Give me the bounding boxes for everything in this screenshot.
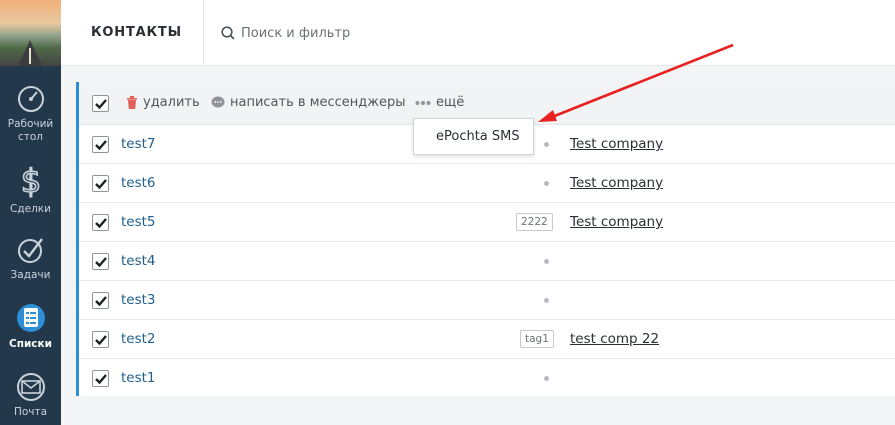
sidebar-item-deals[interactable]: $ Сделки xyxy=(0,163,61,216)
tag-badge[interactable]: tag1 xyxy=(520,330,554,348)
sidebar-item-tasks[interactable]: Задачи xyxy=(0,235,61,282)
row-checkbox[interactable] xyxy=(92,175,109,192)
checkmark-icon xyxy=(95,99,107,110)
row-checkbox[interactable] xyxy=(92,136,109,153)
sidebar-item-mail[interactable]: Почта xyxy=(0,372,61,419)
more-actions-dropdown: ePochta SMS xyxy=(413,118,534,155)
chat-bubble-icon xyxy=(211,96,225,108)
table-row[interactable]: test6 Test company xyxy=(79,164,895,203)
status-dot xyxy=(544,376,549,381)
search-input[interactable] xyxy=(241,25,541,41)
page-header: КОНТАКТЫ xyxy=(61,0,895,66)
search-bar[interactable] xyxy=(221,23,541,43)
contact-name-link[interactable]: test6 xyxy=(121,175,156,191)
status-dot xyxy=(544,142,549,147)
checkmark-icon xyxy=(95,296,107,307)
tag-badge[interactable]: 2222 xyxy=(516,213,553,231)
page-title: КОНТАКТЫ xyxy=(91,25,182,40)
sidebar: Рабочий стол $ Сделки Задачи Списки Почт… xyxy=(0,0,61,425)
row-checkbox[interactable] xyxy=(92,331,109,348)
dashboard-icon xyxy=(17,86,44,112)
row-checkbox[interactable] xyxy=(92,253,109,270)
checkmark-icon xyxy=(95,179,107,190)
checkmark-icon xyxy=(95,335,107,346)
mail-icon xyxy=(16,373,45,401)
svg-text:$: $ xyxy=(20,163,40,199)
select-all-checkbox[interactable] xyxy=(92,95,109,112)
company-link[interactable]: test comp 22 xyxy=(570,331,659,347)
contact-name-link[interactable]: test7 xyxy=(121,136,156,152)
checkmark-icon xyxy=(95,374,107,385)
sidebar-item-label: Задачи xyxy=(10,269,51,281)
company-link[interactable]: Test company xyxy=(570,175,663,191)
more-button[interactable]: ещё xyxy=(415,95,464,110)
company-link[interactable]: Test company xyxy=(570,214,663,230)
row-checkbox[interactable] xyxy=(92,370,109,387)
lists-icon xyxy=(16,304,45,332)
sidebar-item-lists[interactable]: Списки xyxy=(0,302,61,351)
sidebar-item-label: Почта xyxy=(13,406,48,418)
row-checkbox[interactable] xyxy=(92,292,109,309)
sidebar-item-label: Сделки xyxy=(10,203,51,215)
table-row[interactable]: test4 xyxy=(79,242,895,281)
more-dots-icon xyxy=(415,100,431,105)
checkmark-icon xyxy=(95,257,107,268)
table-row[interactable]: test5 2222 Test company xyxy=(79,203,895,242)
table-row[interactable]: test1 xyxy=(79,359,895,398)
contact-name-link[interactable]: test1 xyxy=(121,370,156,386)
dropdown-item-epochta-sms[interactable]: ePochta SMS xyxy=(436,129,520,144)
status-dot xyxy=(544,259,549,264)
contact-name-link[interactable]: test3 xyxy=(121,292,156,308)
messenger-button[interactable]: написать в мессенджеры xyxy=(211,95,406,110)
header-divider xyxy=(203,0,204,66)
status-dot xyxy=(544,181,549,186)
sidebar-item-label: Списки xyxy=(8,338,53,350)
delete-button[interactable]: удалить xyxy=(126,95,200,110)
status-dot xyxy=(544,298,549,303)
row-checkbox[interactable] xyxy=(92,214,109,231)
check-circle-icon xyxy=(17,238,43,263)
checkmark-icon xyxy=(95,218,107,229)
contact-name-link[interactable]: test2 xyxy=(121,331,156,347)
table-row[interactable]: test3 xyxy=(79,281,895,320)
user-avatar-photo[interactable] xyxy=(0,0,61,66)
trash-icon xyxy=(127,96,137,109)
search-icon xyxy=(221,26,235,40)
company-link[interactable]: Test company xyxy=(570,136,663,152)
table-row[interactable]: test2 tag1 test comp 22 xyxy=(79,320,895,359)
checkmark-icon xyxy=(95,140,107,151)
contact-name-link[interactable]: test5 xyxy=(121,214,156,230)
sidebar-item-label: Рабочий стол xyxy=(7,118,54,143)
sidebar-item-dashboard[interactable]: Рабочий стол xyxy=(0,84,61,144)
dollar-icon: $ xyxy=(20,163,42,199)
contact-name-link[interactable]: test4 xyxy=(121,253,156,269)
